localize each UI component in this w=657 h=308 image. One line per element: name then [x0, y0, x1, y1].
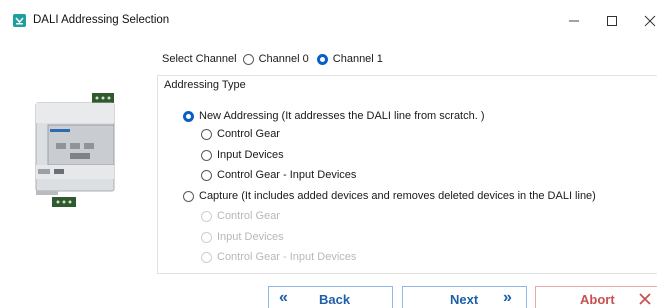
radio-checked-icon — [316, 53, 328, 65]
new-control-gear-label: Control Gear — [217, 128, 280, 140]
capture-control-gear-input-devices-label: Control Gear - Input Devices — [217, 251, 357, 263]
new-control-gear-input-devices-label: Control Gear - Input Devices — [217, 169, 357, 181]
radio-unchecked-icon — [201, 149, 212, 161]
capture-control-gear-input-devices-radio: Control Gear - Input Devices — [201, 251, 356, 263]
title-bar: DALI Addressing Selection — [0, 0, 657, 44]
next-button-label: Next — [450, 292, 479, 307]
radio-disabled-icon — [201, 251, 212, 263]
app-icon — [13, 14, 26, 27]
new-input-devices-label: Input Devices — [217, 149, 284, 161]
capture-control-gear-label: Control Gear — [217, 210, 280, 222]
channel-0-radio[interactable]: Channel 0 — [242, 53, 309, 65]
radio-disabled-icon — [201, 210, 212, 222]
radio-unchecked-icon — [201, 128, 212, 140]
new-input-devices-radio[interactable]: Input Devices — [201, 149, 284, 161]
back-button-label: Back — [319, 292, 351, 307]
abort-button[interactable]: Abort — [535, 286, 657, 308]
addressing-type-title: Addressing Type — [164, 79, 246, 91]
new-addressing-radio[interactable]: New Addressing (It addresses the DALI li… — [183, 110, 485, 122]
close-icon[interactable] — [638, 10, 657, 32]
new-control-gear-input-devices-radio[interactable]: Control Gear - Input Devices — [201, 169, 356, 181]
abort-button-label: Abort — [580, 292, 615, 307]
double-chevron-left-icon: « — [279, 289, 288, 306]
capture-control-gear-radio: Control Gear — [201, 210, 280, 222]
radio-disabled-icon — [201, 231, 212, 243]
back-button[interactable]: « Back — [268, 286, 393, 308]
new-addressing-label: New Addressing (It addresses the DALI li… — [199, 110, 485, 122]
close-icon — [638, 288, 652, 308]
window-title: DALI Addressing Selection — [33, 14, 170, 26]
channel-0-label: Channel 0 — [258, 53, 309, 65]
channel-selector: Select Channel Channel 0 Channel 1 — [162, 51, 391, 67]
capture-radio[interactable]: Capture (It includes added devices and r… — [183, 190, 596, 202]
channel-1-radio[interactable]: Channel 1 — [316, 53, 383, 65]
capture-input-devices-label: Input Devices — [217, 231, 284, 243]
radio-unchecked-icon — [183, 190, 194, 202]
new-control-gear-radio[interactable]: Control Gear — [201, 128, 280, 140]
next-button[interactable]: Next » — [402, 286, 527, 308]
minimize-icon[interactable] — [562, 10, 586, 32]
channel-1-label: Channel 1 — [332, 53, 383, 65]
capture-input-devices-radio: Input Devices — [201, 231, 284, 243]
capture-label: Capture (It includes added devices and r… — [199, 190, 596, 202]
channel-label: Select Channel — [162, 53, 237, 65]
maximize-icon[interactable] — [600, 10, 624, 32]
radio-checked-icon — [183, 110, 194, 122]
radio-unchecked-icon — [201, 169, 212, 181]
radio-unchecked-icon — [242, 53, 254, 65]
controller-device-image — [34, 93, 118, 213]
double-chevron-right-icon: » — [503, 289, 512, 306]
